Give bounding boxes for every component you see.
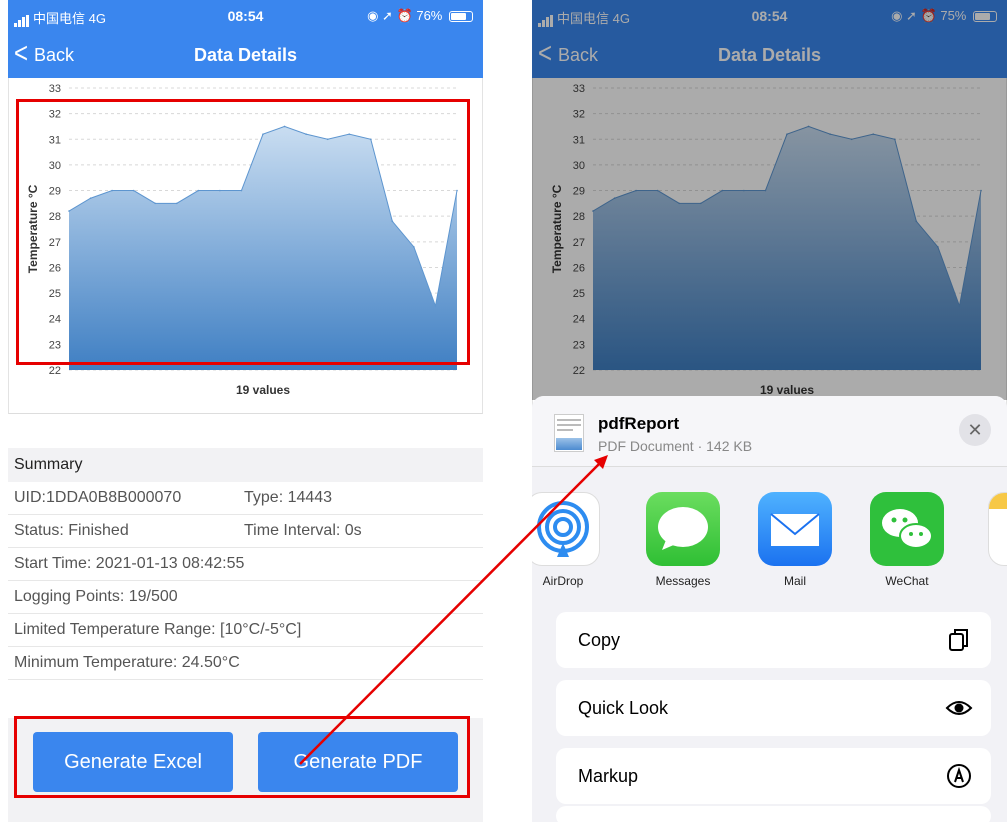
- annotation-arrow: [299, 455, 608, 765]
